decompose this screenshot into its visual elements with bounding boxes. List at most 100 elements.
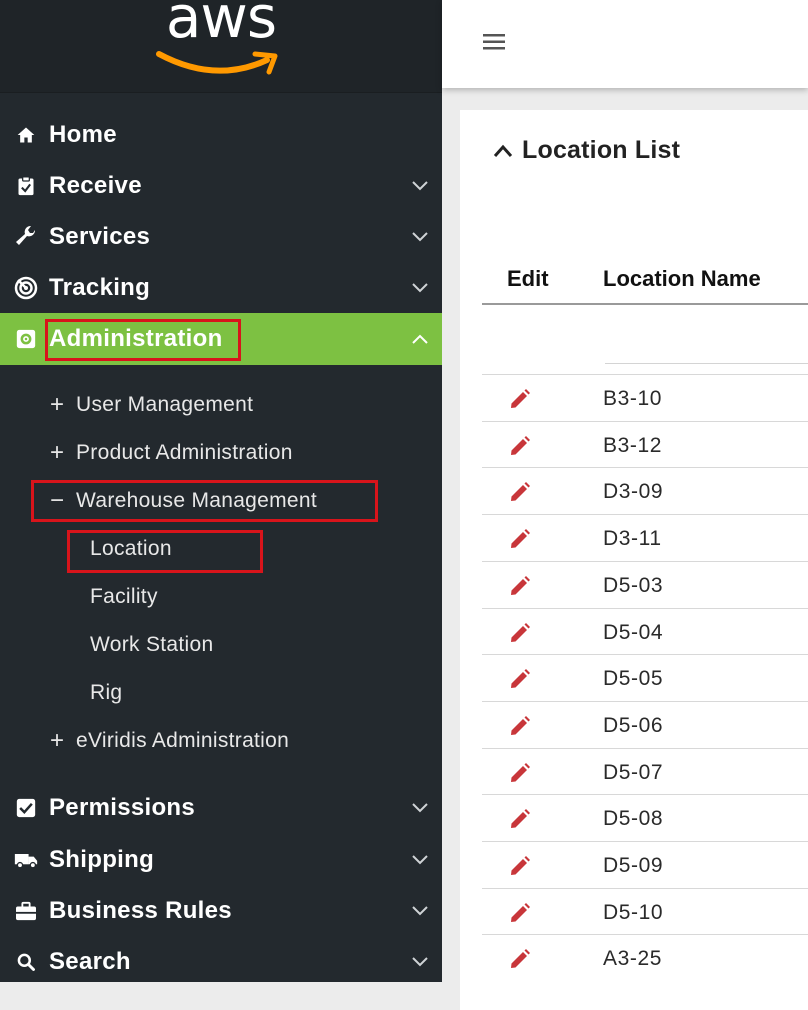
table-row[interactable]: B3-12 <box>482 420 808 467</box>
edit-pencil-icon[interactable] <box>508 387 532 416</box>
edit-pencil-icon[interactable] <box>508 621 532 650</box>
nav-permissions-label: Permissions <box>49 794 196 821</box>
nav-permissions[interactable]: Permissions <box>0 782 442 834</box>
location-name-cell: D5-06 <box>603 713 664 737</box>
nav-business-rules[interactable]: Business Rules <box>0 885 442 937</box>
table-row[interactable]: D3-09 <box>482 467 808 513</box>
logo-text: aws <box>165 0 277 51</box>
table-row[interactable]: A3-25 <box>482 934 808 980</box>
table-row[interactable]: D5-09 <box>482 841 808 887</box>
nav-tracking[interactable]: Tracking <box>0 262 442 314</box>
nav-services[interactable]: Services <box>0 211 442 263</box>
chevron-down-icon <box>412 855 428 865</box>
location-name-cell: D5-09 <box>603 854 664 877</box>
column-header-edit[interactable]: Edit <box>507 266 549 292</box>
table-row[interactable]: B3-10 <box>482 374 808 420</box>
nav-shipping-label: Shipping <box>49 846 155 873</box>
edit-pencil-icon[interactable] <box>508 480 532 509</box>
location-list-header[interactable]: Location List <box>492 136 680 165</box>
table-row[interactable]: D5-04 <box>482 607 808 654</box>
location-name-filter[interactable] <box>605 363 808 364</box>
search-icon <box>14 950 38 974</box>
clipboard-check-icon <box>14 174 38 198</box>
wrench-icon <box>14 225 38 249</box>
location-name-cell: D5-08 <box>603 807 664 831</box>
location-name-cell: D5-03 <box>603 573 664 597</box>
leaf-work-station[interactable]: Work Station <box>0 625 442 665</box>
location-name-cell: D5-05 <box>603 667 664 691</box>
sub-eviridis-administration[interactable]: + eViridis Administration <box>0 721 442 761</box>
pencil-icon <box>511 435 530 455</box>
edit-pencil-icon[interactable] <box>508 574 532 603</box>
edit-pencil-icon[interactable] <box>508 854 532 883</box>
leaf-facility[interactable]: Facility <box>0 577 442 617</box>
edit-pencil-icon[interactable] <box>508 761 532 790</box>
hamburger-menu-icon[interactable] <box>483 33 507 51</box>
home-icon <box>14 123 38 147</box>
pencil-icon <box>511 482 530 502</box>
sub-eviridis-administration-label: eViridis Administration <box>76 729 290 752</box>
nav-business-rules-label: Business Rules <box>49 897 232 924</box>
sub-user-management-label: User Management <box>76 393 254 416</box>
nav-search-label: Search <box>49 948 131 975</box>
radar-icon <box>14 276 38 300</box>
location-name-cell: D5-10 <box>603 900 664 924</box>
header-divider <box>482 303 808 305</box>
sub-product-administration[interactable]: + Product Administration <box>0 433 442 473</box>
edit-pencil-icon[interactable] <box>508 947 532 976</box>
chevron-up-icon <box>412 334 428 344</box>
location-name-cell: D3-11 <box>603 527 662 551</box>
column-header-location-name[interactable]: Location Name <box>603 266 761 292</box>
table-row[interactable]: D5-06 <box>482 700 808 747</box>
leaf-rig[interactable]: Rig <box>0 673 442 713</box>
location-list-panel: Location List Edit Location Name B3-10 B3… <box>460 110 808 1010</box>
table-row[interactable]: D5-08 <box>482 794 808 840</box>
pencil-icon <box>511 389 530 408</box>
truck-icon <box>14 848 38 872</box>
table-row[interactable]: D5-10 <box>482 887 808 934</box>
table-row[interactable]: D5-07 <box>482 747 808 794</box>
highlight-box-warehouse-management <box>31 480 378 522</box>
edit-pencil-icon[interactable] <box>508 714 532 743</box>
location-name-cell: B3-12 <box>603 433 663 457</box>
nav-home-label: Home <box>49 121 117 148</box>
location-name-cell: A3-25 <box>603 947 663 971</box>
pencil-icon <box>511 809 530 829</box>
highlight-box-location <box>67 530 263 573</box>
table-row[interactable]: D5-05 <box>482 654 808 700</box>
nav-tracking-label: Tracking <box>49 274 151 301</box>
top-bar <box>442 0 808 88</box>
location-name-cell: D5-07 <box>603 760 664 784</box>
expand-icon: + <box>49 391 64 418</box>
leaf-work-station-label: Work Station <box>90 633 214 656</box>
chevron-down-icon <box>412 283 428 293</box>
pencil-icon <box>511 762 530 782</box>
edit-pencil-icon[interactable] <box>508 434 532 463</box>
admin-gear-icon <box>14 327 38 351</box>
edit-pencil-icon[interactable] <box>508 527 532 556</box>
pencil-icon <box>511 715 530 735</box>
table-row[interactable]: D3-11 <box>482 514 808 560</box>
edit-pencil-icon[interactable] <box>508 901 532 930</box>
logo[interactable]: aws <box>0 0 442 93</box>
nav-services-label: Services <box>49 223 151 250</box>
pencil-icon <box>511 856 530 875</box>
edit-pencil-icon[interactable] <box>508 667 532 696</box>
nav-receive[interactable]: Receive <box>0 160 442 212</box>
edit-pencil-icon[interactable] <box>508 807 532 836</box>
sub-user-management[interactable]: + User Management <box>0 385 442 425</box>
nav-search[interactable]: Search <box>0 936 442 982</box>
leaf-facility-label: Facility <box>90 585 158 608</box>
checkbox-icon <box>14 796 38 820</box>
table-row[interactable]: D5-03 <box>482 560 808 607</box>
nav-home[interactable]: Home <box>0 109 442 161</box>
pencil-icon <box>511 669 530 689</box>
chevron-down-icon <box>412 232 428 242</box>
location-name-cell: D3-09 <box>603 480 664 504</box>
pencil-icon <box>511 575 530 595</box>
nav-shipping[interactable]: Shipping <box>0 834 442 886</box>
chevron-down-icon <box>412 906 428 916</box>
location-name-cell: B3-10 <box>603 387 663 410</box>
chevron-down-icon <box>412 181 428 191</box>
nav-receive-label: Receive <box>49 172 142 199</box>
